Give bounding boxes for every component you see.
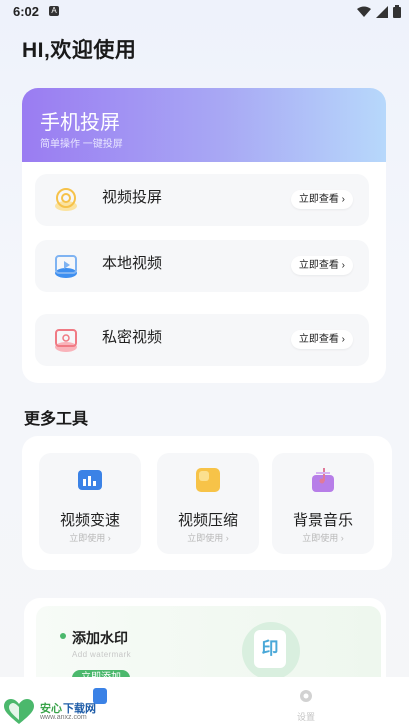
view-now-button[interactable]: 立即查看 › bbox=[290, 256, 353, 275]
status-time: 6:02 bbox=[13, 4, 40, 19]
stamp-icon: 印 bbox=[254, 630, 286, 668]
bottom-nav: 安心 下载网 www.anxz.com 设置 bbox=[0, 677, 409, 727]
screen-cast-subtitle: 简单操作 一键投屏 bbox=[40, 139, 123, 150]
site-logo bbox=[4, 699, 40, 727]
screen-cast-title: 手机投屏 bbox=[40, 112, 120, 134]
compress-icon bbox=[196, 468, 220, 492]
logo-url: www.anxz.com bbox=[40, 714, 87, 721]
tool-video-speed[interactable]: 视频变速 立即使用 › bbox=[39, 453, 141, 554]
heart-logo-icon bbox=[4, 699, 34, 724]
tool-video-compress[interactable]: 视频压缩 立即使用 › bbox=[157, 453, 259, 554]
row-label: 视频投屏 bbox=[102, 189, 163, 206]
screen-cast-card: 手机投屏 简单操作 一键投屏 视频投屏 立即查看 › 本地视频 立即查看 › 私… bbox=[22, 88, 386, 383]
status-bar: 6:02 A bbox=[0, 0, 409, 24]
folder-video-icon bbox=[55, 255, 77, 278]
view-now-button[interactable]: 立即查看 › bbox=[290, 330, 353, 349]
bullet-dot bbox=[60, 633, 66, 639]
screen-cast-header: 手机投屏 简单操作 一键投屏 bbox=[22, 88, 386, 162]
row-video-cast[interactable]: 视频投屏 立即查看 › bbox=[35, 174, 369, 226]
home-tab-icon[interactable] bbox=[93, 688, 107, 704]
use-now-link[interactable]: 立即使用 › bbox=[39, 531, 141, 544]
tool-label: 视频压缩 bbox=[177, 512, 238, 529]
speed-icon bbox=[78, 470, 102, 490]
notification-icon: A bbox=[49, 6, 59, 16]
use-now-link[interactable]: 立即使用 › bbox=[272, 531, 374, 544]
row-private-video[interactable]: 私密视频 立即查看 › bbox=[35, 314, 369, 366]
tool-label: 视频变速 bbox=[59, 512, 120, 529]
more-tools-card: 视频变速 立即使用 › 视频压缩 立即使用 › 背景音乐 立即使用 › bbox=[22, 436, 392, 570]
cast-icon bbox=[55, 188, 77, 211]
music-icon bbox=[312, 468, 334, 492]
status-icons bbox=[357, 5, 401, 18]
wifi-icon bbox=[357, 6, 371, 17]
more-tools-title: 更多工具 bbox=[24, 411, 89, 428]
battery-icon bbox=[393, 5, 401, 18]
tool-label: 背景音乐 bbox=[292, 512, 353, 529]
lock-video-icon bbox=[55, 329, 77, 352]
watermark-subtitle: Add watermark bbox=[72, 650, 131, 659]
row-label: 本地视频 bbox=[102, 255, 163, 272]
gear-icon[interactable] bbox=[298, 688, 314, 704]
tool-background-music[interactable]: 背景音乐 立即使用 › bbox=[272, 453, 374, 554]
view-now-button[interactable]: 立即查看 › bbox=[290, 190, 353, 209]
greeting-title: HI,欢迎使用 bbox=[22, 39, 137, 62]
row-label: 私密视频 bbox=[102, 329, 163, 346]
settings-tab-label[interactable]: 设置 bbox=[290, 710, 322, 723]
use-now-link[interactable]: 立即使用 › bbox=[157, 531, 259, 544]
watermark-badge-icon: 印 bbox=[242, 622, 300, 680]
watermark-title: 添加水印 bbox=[72, 630, 128, 646]
signal-icon bbox=[376, 5, 388, 18]
row-local-video[interactable]: 本地视频 立即查看 › bbox=[35, 240, 369, 292]
